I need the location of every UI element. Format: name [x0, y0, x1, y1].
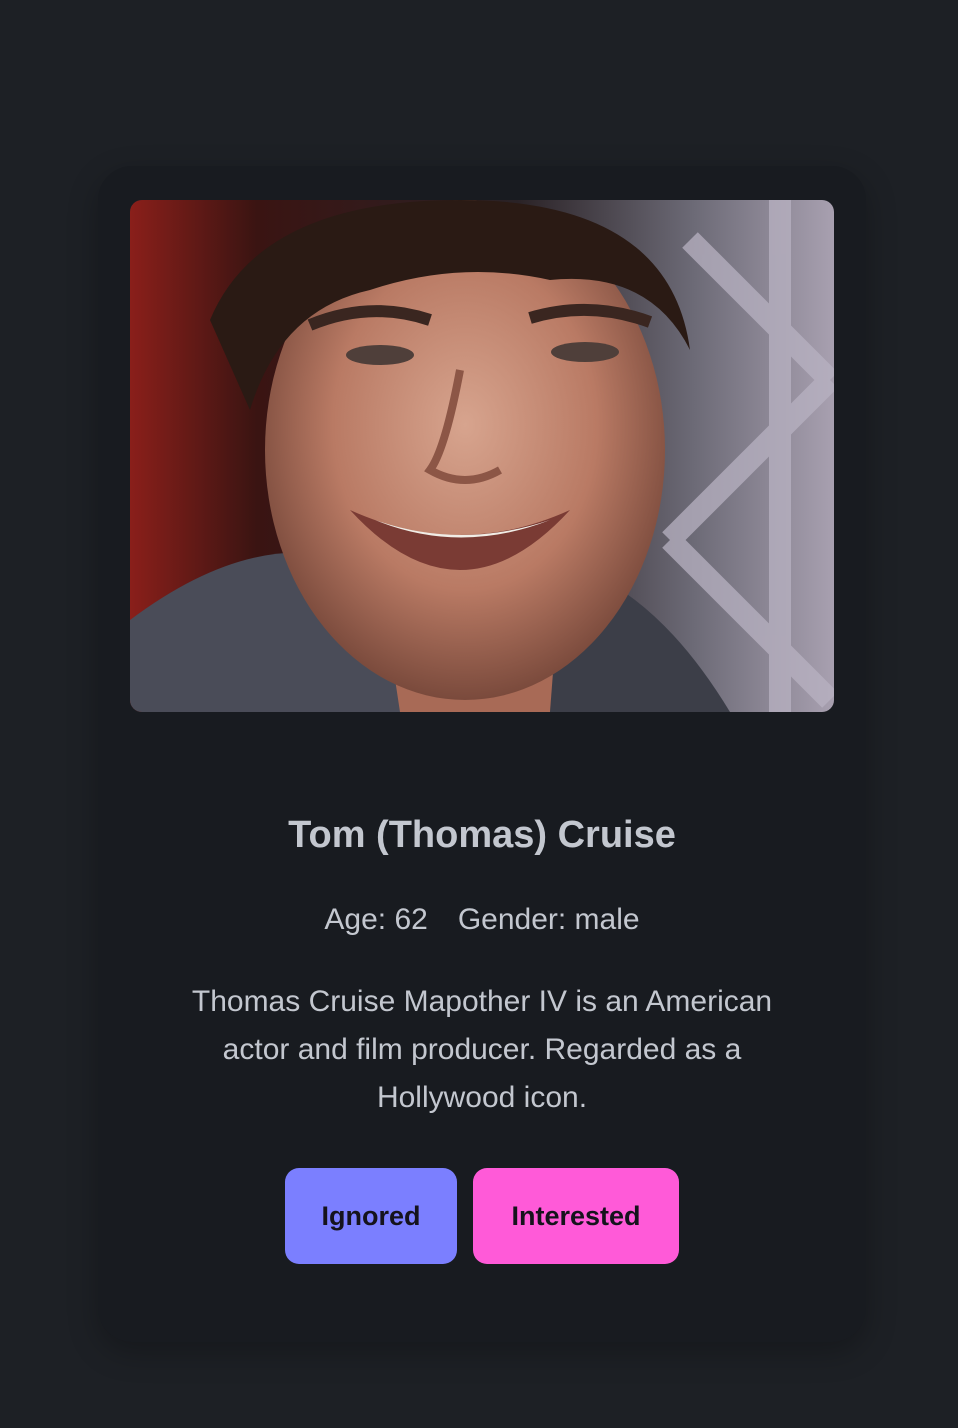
portrait-image — [130, 200, 834, 712]
interested-button[interactable]: Interested — [473, 1168, 679, 1264]
age-text: Age: 62 — [324, 903, 428, 936]
gender-text: Gender: male — [457, 903, 640, 936]
action-buttons: Ignored Interested — [98, 1168, 866, 1264]
profile-card: Tom (Thomas) Cruise Age: 62 Gender: male … — [98, 166, 866, 1342]
ignored-button[interactable]: Ignored — [285, 1168, 457, 1264]
profile-name: Tom (Thomas) Cruise — [288, 814, 676, 856]
profile-bio: Thomas Cruise Mapother IV is an American… — [191, 985, 773, 1114]
profile-meta: Age: 62 Gender: male — [98, 900, 866, 940]
profile-photo — [130, 200, 834, 712]
